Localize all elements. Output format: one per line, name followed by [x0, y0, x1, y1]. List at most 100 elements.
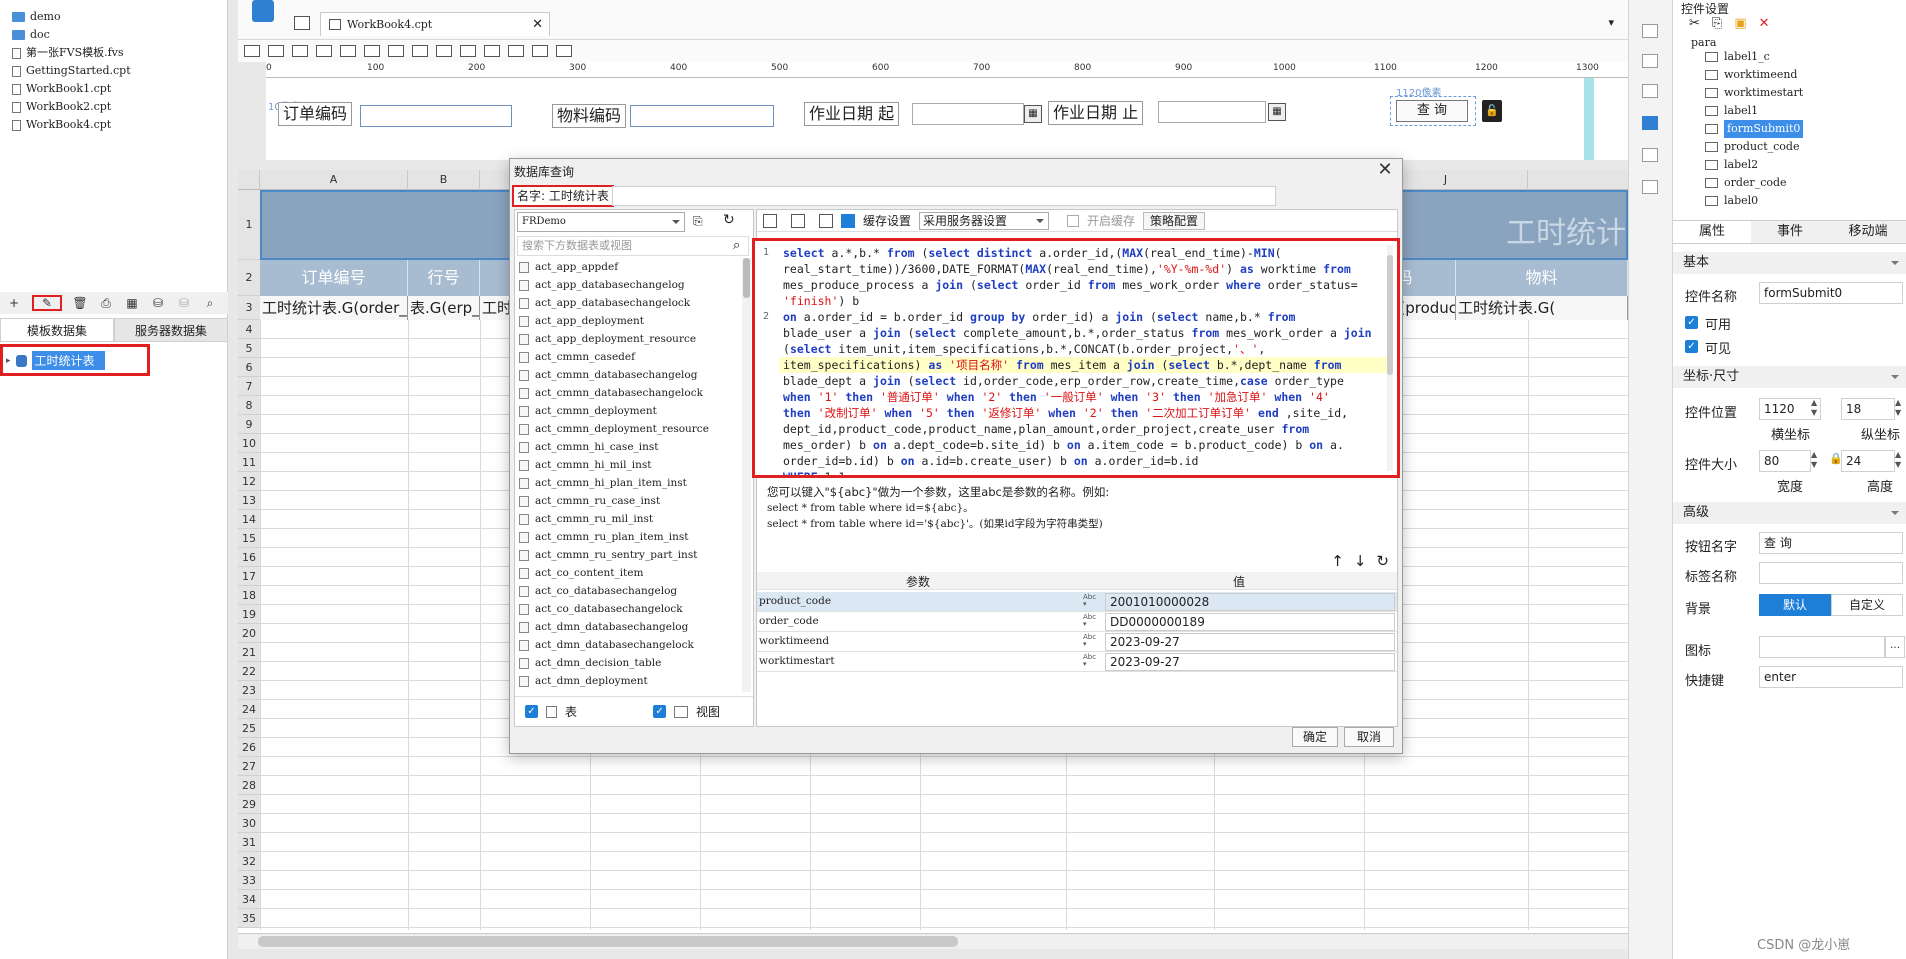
row-header[interactable]: 34 [238, 890, 260, 909]
tab-events[interactable]: 事件 [1751, 221, 1829, 243]
table-icon[interactable]: ▦ [124, 295, 140, 311]
row-header[interactable]: 35 [238, 909, 260, 928]
sql-editor[interactable]: 1 select a.*,b.* from (select distinct a.… [752, 238, 1400, 478]
table-list-item[interactable]: act_app_appdef [519, 258, 618, 276]
strategy-button[interactable]: 策略配置 [1143, 211, 1206, 230]
row-header[interactable]: 26 [238, 738, 260, 757]
edit-connection-icon[interactable]: ⎘ [693, 214, 703, 229]
row-header[interactable]: 5 [238, 339, 260, 358]
param-value-input[interactable]: DD0000000189 [1105, 613, 1395, 631]
type-icon[interactable]: Abc ▾ [1083, 654, 1101, 670]
table-list-item[interactable]: act_app_deployment [519, 312, 644, 330]
header-cell[interactable]: 订单编号 [260, 260, 408, 296]
frame-icon[interactable] [1642, 84, 1658, 98]
order-code-input[interactable] [360, 105, 512, 127]
row-header[interactable]: 9 [238, 415, 260, 434]
width-input[interactable]: 80 [1759, 450, 1811, 472]
row-header[interactable]: 19 [238, 605, 260, 624]
edit-icon[interactable]: ✎ [32, 295, 62, 311]
table-list-item[interactable]: act_cmmn_deployment [519, 402, 657, 420]
database-gray-icon[interactable]: ⛁ [176, 295, 192, 311]
widget-item-selected[interactable]: formSubmit0 [1705, 120, 1804, 138]
spinner-icon[interactable]: ▲ ▼ [1811, 398, 1817, 418]
enabled-checkbox[interactable]: ✓ [1685, 316, 1698, 329]
table-list-item[interactable]: act_dmn_databasechangelock [519, 636, 694, 654]
pos-y-input[interactable]: 18 [1841, 398, 1895, 420]
type-icon[interactable]: Abc ▾ [1083, 594, 1101, 610]
widget-item[interactable]: label0 [1705, 192, 1758, 210]
row-header[interactable]: 32 [238, 852, 260, 871]
table-list-item[interactable]: act_cmmn_ru_mil_inst [519, 510, 653, 528]
date-end-input[interactable] [1158, 101, 1266, 123]
tab-properties[interactable]: 属性 [1673, 221, 1751, 243]
widget-icon[interactable] [340, 45, 356, 57]
list-icon[interactable] [1642, 148, 1658, 162]
tree-item-workbook4[interactable]: WorkBook4.cpt [12, 116, 111, 134]
row-header[interactable]: 10 [238, 434, 260, 453]
row-header[interactable]: 17 [238, 567, 260, 586]
refresh-icon[interactable]: ↻ [1376, 552, 1389, 570]
widget-icon[interactable] [316, 45, 332, 57]
column-header[interactable]: A [260, 170, 408, 190]
ok-button[interactable]: 确定 [1292, 727, 1338, 747]
row-header[interactable]: 13 [238, 491, 260, 510]
dataset-name-input[interactable] [612, 186, 1276, 206]
row-header[interactable]: 8 [238, 396, 260, 415]
table-list-item[interactable]: act_cmmn_databasechangelog [519, 366, 697, 384]
row-header[interactable]: 15 [238, 529, 260, 548]
widget-icon[interactable] [484, 45, 500, 57]
row-header[interactable]: 33 [238, 871, 260, 890]
preview-icon[interactable] [763, 213, 777, 228]
widget-icon[interactable] [292, 45, 308, 57]
widget-item[interactable]: label2 [1705, 156, 1758, 174]
row-header[interactable]: 2 [238, 260, 260, 296]
table-list-item[interactable]: act_cmmn_hi_mil_inst [519, 456, 651, 474]
spinner-icon[interactable]: ▲ ▼ [1895, 450, 1901, 470]
table-list-item[interactable]: act_cmmn_casedef [519, 348, 635, 366]
widget-icon[interactable] [364, 45, 380, 57]
param-row[interactable]: order_code Abc ▾ DD0000000189 [757, 612, 1397, 632]
table-list-item[interactable]: act_app_databasechangelock [519, 294, 690, 312]
data-cell[interactable]: 工时统计表.G(order_cod [260, 296, 408, 320]
row-header[interactable]: 20 [238, 624, 260, 643]
param-row[interactable]: worktimeend Abc ▾ 2023-09-27 [757, 632, 1397, 652]
cache-select[interactable]: 采用服务器设置 [919, 211, 1050, 230]
param-value-input[interactable]: 2023-09-27 [1105, 653, 1395, 671]
row-header[interactable]: 12 [238, 472, 260, 491]
widget-item[interactable]: product_code [1705, 138, 1799, 156]
row-header[interactable]: 25 [238, 719, 260, 738]
tree-item-workbook2[interactable]: WorkBook2.cpt [12, 98, 111, 116]
link-icon[interactable] [1642, 180, 1658, 194]
table-list-item[interactable]: act_co_content_item [519, 564, 643, 582]
widget-icon[interactable] [388, 45, 404, 57]
tree-item-demo[interactable]: demo [12, 8, 61, 26]
arrow-down-icon[interactable]: ↓ [1354, 552, 1367, 570]
widget-item[interactable]: worktimestart [1705, 84, 1803, 102]
tree-item-gettingstarted[interactable]: GettingStarted.cpt [12, 62, 131, 80]
widget-icon[interactable] [268, 45, 284, 57]
param-row[interactable]: worktimestart Abc ▾ 2023-09-27 [757, 652, 1397, 672]
widget-item[interactable]: label1 [1705, 102, 1758, 120]
row-header[interactable]: 16 [238, 548, 260, 567]
date-start-input[interactable] [912, 103, 1024, 125]
row-header[interactable]: 29 [238, 795, 260, 814]
widget-item[interactable]: label1_c [1705, 48, 1770, 66]
tree-item-doc[interactable]: doc [12, 26, 50, 44]
row-header[interactable]: 28 [238, 776, 260, 795]
scrollbar-thumb[interactable] [743, 258, 750, 298]
database-icon[interactable]: ⛁ [150, 295, 166, 311]
shortcut-input[interactable]: enter [1759, 666, 1903, 688]
tag-name-input[interactable] [1759, 562, 1903, 584]
row-header[interactable]: 18 [238, 586, 260, 605]
column-header[interactable]: B [408, 170, 480, 190]
widget-icon[interactable] [532, 45, 548, 57]
row-header[interactable]: 14 [238, 510, 260, 529]
grid-icon[interactable] [294, 16, 310, 30]
close-icon[interactable]: ✕ [532, 17, 543, 32]
row-header[interactable]: 11 [238, 453, 260, 472]
section-advanced[interactable]: 高级 [1673, 502, 1906, 524]
param-row[interactable]: product_code Abc ▾ 2001010000028 [757, 592, 1397, 612]
row-header[interactable]: 31 [238, 833, 260, 852]
preview-icon[interactable]: ⎙ [98, 295, 114, 311]
visible-checkbox[interactable]: ✓ [1685, 340, 1698, 353]
